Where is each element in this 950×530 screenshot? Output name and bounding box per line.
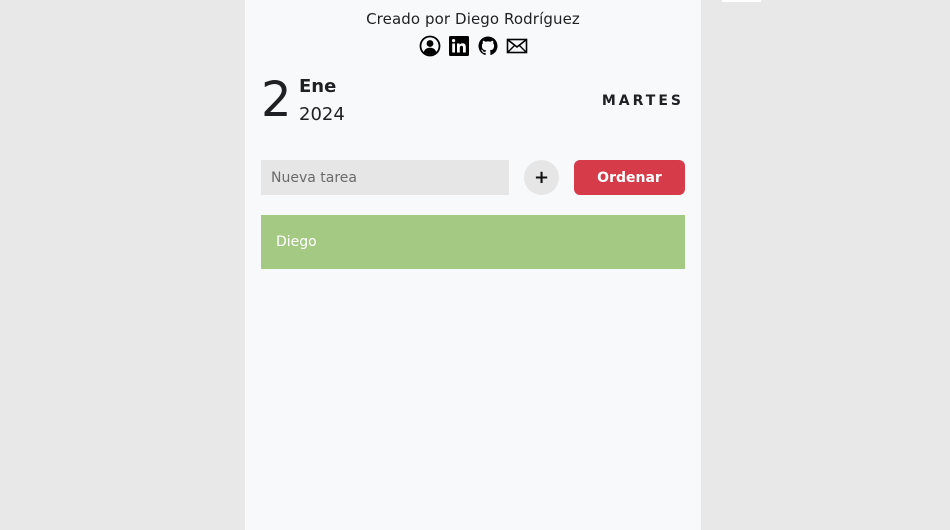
- profile-link[interactable]: [419, 35, 441, 57]
- date-day: 2: [261, 72, 292, 128]
- credits-text: Creado por Diego Rodríguez: [366, 10, 580, 28]
- date-year: 2024: [299, 104, 345, 125]
- user-circle-icon: [419, 35, 440, 57]
- date-month: Ene: [299, 76, 337, 97]
- date-weekday: MARTES: [601, 93, 684, 109]
- top-tab-strip: [722, 0, 761, 2]
- add-task-button[interactable]: +: [524, 160, 559, 195]
- social-links: [245, 35, 701, 57]
- task-item[interactable]: Diego: [261, 215, 685, 269]
- github-link[interactable]: [477, 35, 499, 57]
- linkedin-link[interactable]: [448, 35, 470, 57]
- mail-icon: [506, 38, 527, 54]
- linkedin-icon: [448, 36, 469, 56]
- new-task-input[interactable]: [261, 160, 509, 195]
- github-icon: [478, 36, 497, 56]
- todo-card: Creado por Diego Rodríguez 2 Ene 2024 MA…: [245, 0, 701, 530]
- email-link[interactable]: [506, 35, 528, 57]
- sort-button[interactable]: Ordenar: [574, 160, 685, 195]
- task-list: Diego: [261, 215, 685, 269]
